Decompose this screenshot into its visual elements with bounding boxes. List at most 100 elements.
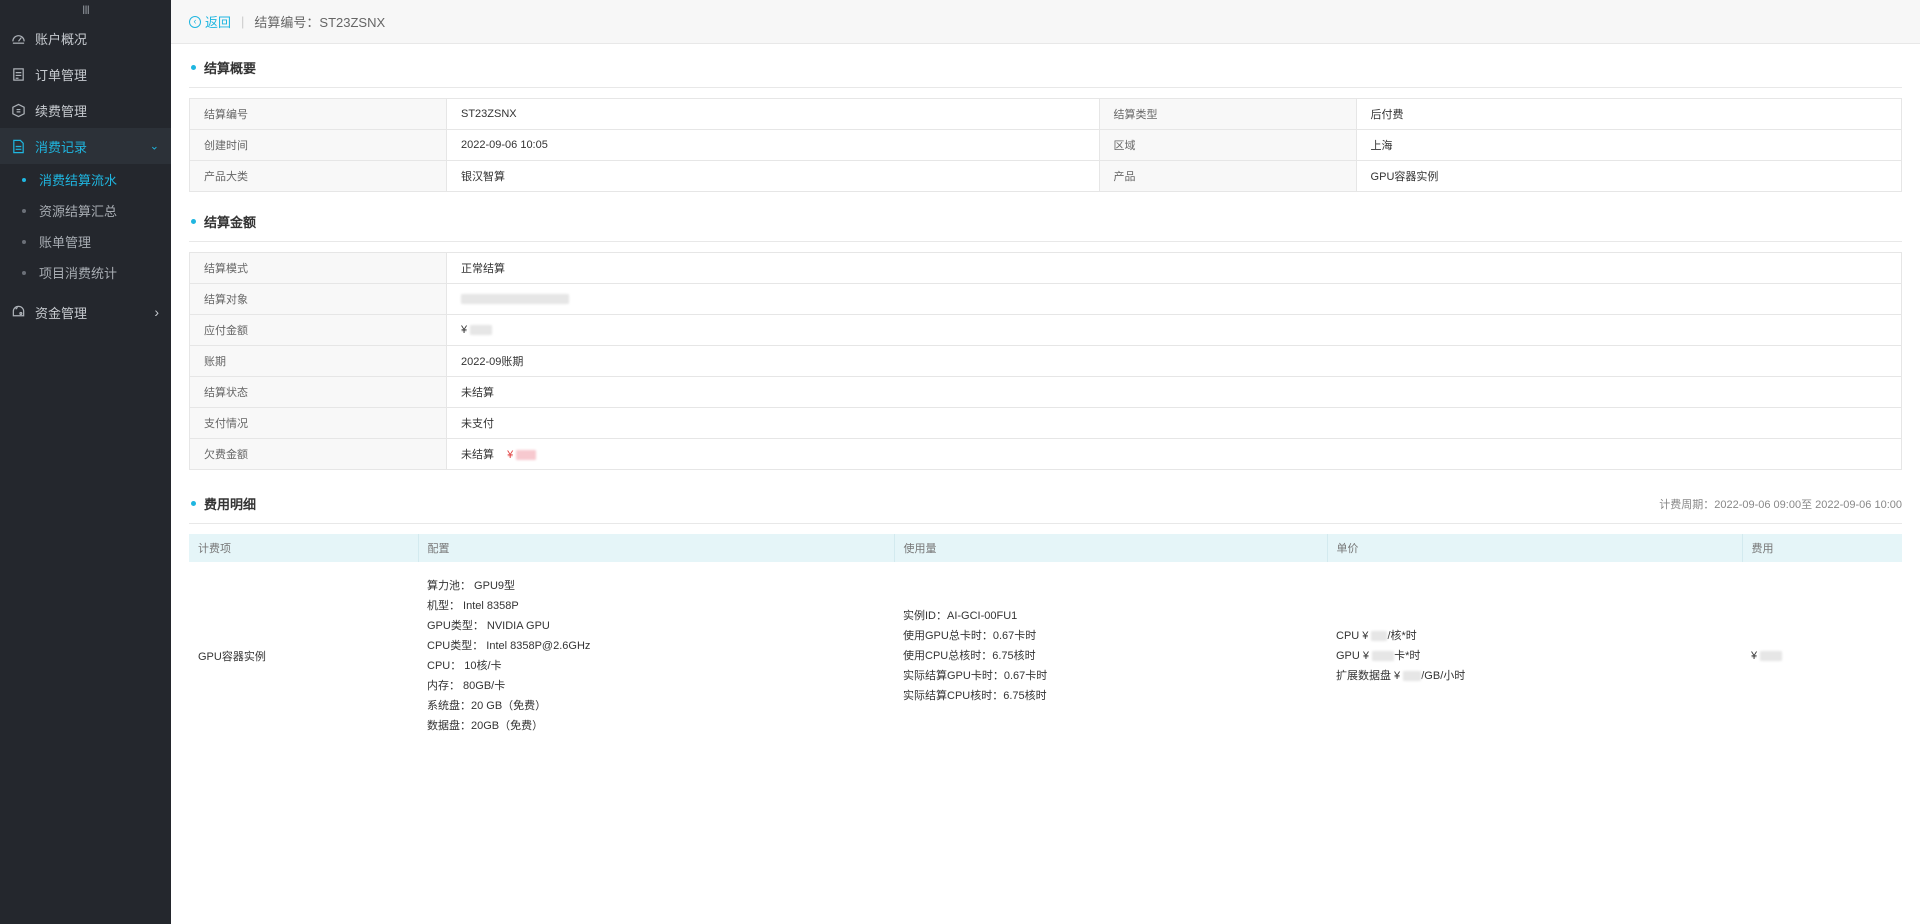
sidebar-subitem-label: 资源结算汇总 xyxy=(39,204,118,219)
sidebar-subitem-settlement-flow[interactable]: 消费结算流水 xyxy=(0,164,171,195)
price-line-disk: 扩展数据盘 ¥ /GB/小时 xyxy=(1336,666,1733,686)
sidebar-subitem-label: 项目消费统计 xyxy=(39,266,118,281)
chevron-right-icon: › xyxy=(154,304,159,320)
table-row: 创建时间 2022-09-06 10:05 区域 上海 xyxy=(189,129,1903,161)
topbar: ‹ 返回 | 结算编号：ST23ZSNX xyxy=(171,0,1920,44)
dashboard-icon xyxy=(10,30,26,46)
column-header: 使用量 xyxy=(894,534,1328,562)
field-value: 银汉智算 xyxy=(446,160,1100,192)
price-line-cpu: CPU ¥ /核*时 xyxy=(1336,626,1733,646)
currency-symbol: ¥ xyxy=(1751,650,1758,662)
column-header: 费用 xyxy=(1742,534,1902,562)
field-value: GPU容器实例 xyxy=(1355,160,1903,192)
table-row: 支付情况 未支付 xyxy=(189,407,1902,439)
sidebar-item-funds[interactable]: 资金管理 › xyxy=(0,294,171,330)
field-value: 2022-09-06 10:05 xyxy=(446,129,1100,161)
usage-line: 实例ID：AI-GCI-00FU1 xyxy=(903,610,1018,622)
column-header: 单价 xyxy=(1327,534,1743,562)
field-label: 产品大类 xyxy=(189,160,447,192)
config-line: 数据盘：20GB（免费） xyxy=(427,720,544,732)
field-value: 后付费 xyxy=(1355,98,1903,130)
sidebar: III 账户概况 订单管理 续费管理 消费记录 ⌄ 消费结算流水 资源结算汇总 … xyxy=(0,0,171,924)
column-header: 计费项 xyxy=(189,534,419,562)
fee-detail-table: 计费项 配置 使用量 单价 费用 GPU容器实例 算力池： GPU9型 机型： … xyxy=(189,534,1902,750)
sidebar-item-label: 消费记录 xyxy=(35,139,88,155)
usage-line: 使用GPU总卡时：0.67卡时 xyxy=(903,630,1037,642)
field-label: 产品 xyxy=(1098,160,1357,192)
table-row: 账期 2022-09账期 xyxy=(189,345,1902,377)
table-row: 结算编号 ST23ZSNX 结算类型 后付费 xyxy=(189,98,1903,130)
section-title: 结算金额 xyxy=(204,215,257,230)
config-line: CPU： 10核/卡 xyxy=(427,660,502,672)
usage-cell: 实例ID：AI-GCI-00FU1 使用GPU总卡时：0.67卡时 使用CPU总… xyxy=(894,562,1327,750)
sidebar-item-label: 账户概况 xyxy=(35,31,88,47)
billing-period: 计费周期：2022-09-06 09:00至 2022-09-06 10:00 xyxy=(1659,498,1902,511)
section-detail-header: 费用明细 计费周期：2022-09-06 09:00至 2022-09-06 1… xyxy=(189,484,1902,524)
field-value: 2022-09账期 xyxy=(446,345,1902,377)
bullet-icon xyxy=(191,219,196,224)
sidebar-item-label: 资金管理 xyxy=(35,305,88,321)
price-cell: CPU ¥ /核*时 GPU ¥ 卡*时 扩展数据盘 ¥ /GB/小时 xyxy=(1327,562,1742,750)
sidebar-item-consumption[interactable]: 消费记录 ⌄ xyxy=(0,128,171,164)
sidebar-subitem-project-stats[interactable]: 项目消费统计 xyxy=(0,257,171,288)
field-label: 结算编号 xyxy=(189,98,447,130)
table-row: GPU容器实例 算力池： GPU9型 机型： Intel 8358P GPU类型… xyxy=(189,562,1902,750)
config-line: GPU类型： NVIDIA GPU xyxy=(427,620,550,632)
section-amount-header: 结算金额 xyxy=(189,202,1902,242)
amount-table: 结算模式 正常结算 结算对象 应付金额 ¥ 账期 2022-09账期 结算状态 … xyxy=(189,252,1902,470)
sidebar-subitem-label: 账单管理 xyxy=(39,235,92,250)
column-header: 配置 xyxy=(418,534,895,562)
sidebar-item-account-overview[interactable]: 账户概况 xyxy=(0,20,171,56)
billing-item: GPU容器实例 xyxy=(198,651,266,663)
field-value: 未结算 ¥ xyxy=(446,438,1902,470)
breadcrumb: 结算编号：ST23ZSNX xyxy=(254,15,386,30)
summary-table: 结算编号 ST23ZSNX 结算类型 后付费 创建时间 2022-09-06 1… xyxy=(189,98,1903,192)
arrears-status: 未结算 xyxy=(461,449,494,461)
sidebar-subitem-label: 消费结算流水 xyxy=(39,173,118,188)
field-label: 创建时间 xyxy=(189,129,447,161)
bullet-icon xyxy=(191,65,196,70)
bullet-icon xyxy=(191,501,196,506)
back-button[interactable]: ‹ 返回 xyxy=(189,12,231,31)
chevron-down-icon: ⌄ xyxy=(149,140,159,153)
currency-symbol: ¥ xyxy=(507,449,514,461)
table-row: 结算模式 正常结算 xyxy=(189,252,1902,284)
back-arrow-icon: ‹ xyxy=(189,15,201,28)
bullet-icon xyxy=(22,270,26,275)
bullet-icon xyxy=(22,208,26,213)
redacted-block xyxy=(1371,631,1388,642)
price-suffix: /GB/小时 xyxy=(1421,670,1466,682)
document-icon xyxy=(10,138,26,154)
sidebar-item-orders[interactable]: 订单管理 xyxy=(0,56,171,92)
table-row: 欠费金额 未结算 ¥ xyxy=(189,438,1902,470)
table-header-row: 计费项 配置 使用量 单价 费用 xyxy=(189,534,1902,562)
config-line: CPU类型： Intel 8358P@2.6GHz xyxy=(427,640,591,652)
price-prefix: CPU ¥ xyxy=(1336,630,1369,642)
usage-line: 实际结算CPU核时：6.75核时 xyxy=(903,690,1047,702)
currency-symbol: ¥ xyxy=(461,324,468,336)
table-row: 产品大类 银汉智算 产品 GPU容器实例 xyxy=(189,160,1903,192)
bullet-icon xyxy=(22,239,26,244)
breadcrumb-separator: | xyxy=(241,14,245,29)
sidebar-subitem-bills[interactable]: 账单管理 xyxy=(0,226,171,257)
table-row: 结算对象 xyxy=(189,283,1902,315)
section-title: 结算概要 xyxy=(204,61,257,76)
collapse-toggle[interactable]: III xyxy=(0,0,171,20)
price-suffix: 卡*时 xyxy=(1394,650,1421,662)
back-label: 返回 xyxy=(205,15,232,30)
field-label: 结算状态 xyxy=(189,376,447,408)
usage-line: 使用CPU总核时：6.75核时 xyxy=(903,650,1036,662)
config-cell: 算力池： GPU9型 机型： Intel 8358P GPU类型： NVIDIA… xyxy=(418,562,894,750)
sidebar-subitem-resource-summary[interactable]: 资源结算汇总 xyxy=(0,195,171,226)
main-content: ‹ 返回 | 结算编号：ST23ZSNX 结算概要 结算编号 ST23ZSNX … xyxy=(171,0,1920,924)
field-value: ¥ xyxy=(446,314,1902,346)
usage-line: 实际结算GPU卡时：0.67卡时 xyxy=(903,670,1048,682)
table-row: 应付金额 ¥ xyxy=(189,314,1902,346)
redacted-block xyxy=(1760,651,1783,662)
redacted-block xyxy=(470,325,493,336)
redacted-block xyxy=(516,450,537,461)
section-summary-header: 结算概要 xyxy=(189,48,1902,88)
config-line: 机型： Intel 8358P xyxy=(427,600,519,612)
field-label: 结算类型 xyxy=(1098,98,1357,130)
sidebar-item-renewal[interactable]: 续费管理 xyxy=(0,92,171,128)
